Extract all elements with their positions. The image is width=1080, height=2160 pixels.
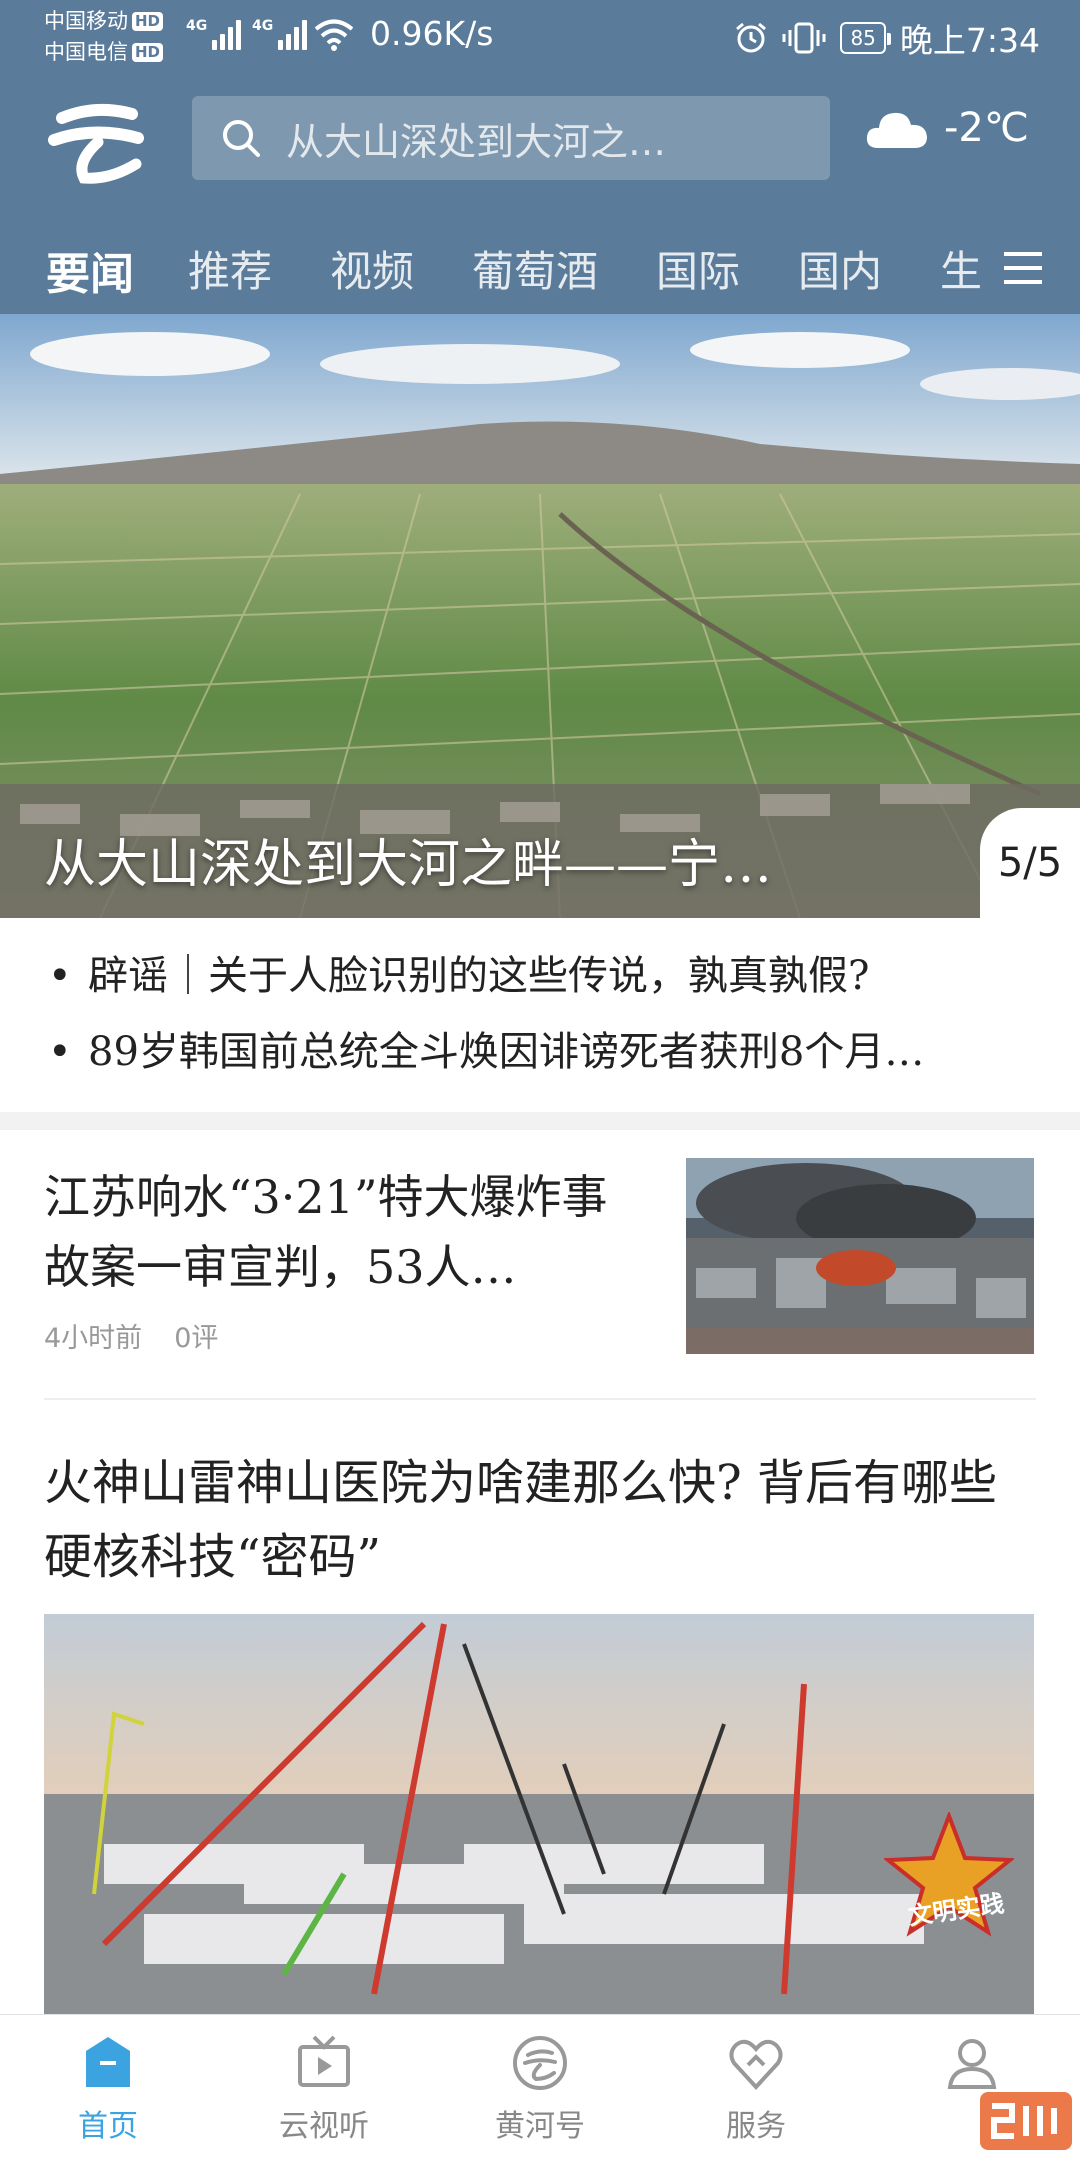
news-title: 江苏响水“3·21”特大爆炸事故案一审宣判，53人… [44,1170,608,1294]
bottom-navigation: 首页 云视听 黄河号 服务 [0,2014,1080,2160]
search-placeholder: 从大山深处到大河之… [286,119,667,164]
yellow-river-icon [513,2036,567,2090]
nav-home[interactable]: 首页 [28,2033,188,2145]
comment-count: 0评 [174,1323,219,1354]
watermark-logo [980,2092,1072,2150]
headline-list: • 辟谣｜关于人脸识别的这些传说，孰真孰假? • 89岁韩国前总统全斗焕因诽谤死者获… [0,918,1080,1112]
section-divider [0,1112,1080,1130]
home-icon [86,2037,130,2087]
tab-wine[interactable]: 葡萄酒 [472,238,598,299]
tab-video[interactable]: 视频 [330,238,414,299]
clock: 晚上7:34 [899,21,1040,60]
temperature: -2℃ [944,105,1029,151]
nav-cloud-tv[interactable]: 云视听 [244,2033,404,2145]
news-meta: 4小时前 0评 [44,1316,218,1355]
list-item[interactable]: • 辟谣｜关于人脸识别的这些传说，孰真孰假? [48,938,1080,1014]
carrier-2: 中国电信 [44,40,128,64]
news-image[interactable]: 文明实践 [44,1614,1034,2014]
tab-recommend[interactable]: 推荐 [188,238,272,299]
signal-icon: 4G [252,18,308,50]
news-app-screen: 中国移动 HD 中国电信 HD 4G 4G 0.96K/s 85 晚上7:34 … [0,0,1080,2160]
news-time: 4小时前 [44,1323,143,1354]
signal-icon: 4G [186,18,242,50]
search-icon [223,120,260,157]
nav-label: 黄河号 [495,2109,585,2144]
heart-service-icon [729,2039,783,2090]
status-bar: 中国移动 HD 中国电信 HD 4G 4G 0.96K/s 85 晚上7:34 [0,0,1080,72]
news-thumbnail [686,1158,1034,1354]
tab-life[interactable]: 生 [940,238,982,299]
nav-services[interactable]: 服务 [676,2033,836,2145]
carrier-1: 中国移动 [44,9,128,33]
cloud-icon [866,112,927,148]
nav-yellow-river[interactable]: 黄河号 [460,2033,620,2145]
nav-label: 首页 [78,2109,138,2144]
headline-text: 89岁韩国前总统全斗焕因诽谤死者获刑8个月… [88,1029,925,1075]
category-tabs: 要闻 推荐 视频 葡萄酒 国际 国内 生 [0,224,1080,314]
news-item[interactable]: 江苏响水“3·21”特大爆炸事故案一审宣判，53人… 4小时前 0评 [0,1130,1080,1400]
headline-text: 辟谣｜关于人脸识别的这些传说，孰真孰假? [88,953,870,999]
app-logo[interactable] [48,92,144,188]
hero-caption: 从大山深处到大河之畔——宁… [44,835,773,895]
vibrate-icon [782,22,826,54]
hero-banner[interactable]: 从大山深处到大河之畔——宁… 5/5 [0,314,1080,918]
profile-icon [947,2039,997,2089]
tab-headlines[interactable]: 要闻 [46,238,134,302]
nav-label: 服务 [726,2109,786,2144]
carrier-info: 中国移动 HD 中国电信 HD [44,6,164,68]
tv-icon [298,2035,350,2087]
app-header: 中国移动 HD 中国电信 HD 4G 4G 0.96K/s 85 晚上7:34 … [0,0,1080,314]
menu-icon[interactable] [1002,250,1044,286]
tab-domestic[interactable]: 国内 [798,238,882,299]
battery-indicator: 85 [840,22,892,54]
tab-international[interactable]: 国际 [656,238,740,299]
list-item[interactable]: • 89岁韩国前总统全斗焕因诽谤死者获刑8个月… [48,1014,1080,1090]
item-divider [44,1398,1036,1400]
network-speed: 0.96K/s [370,14,494,53]
weather-widget[interactable]: -2℃ [864,104,1029,152]
news-title[interactable]: 火神山雷神山医院为啥建那么快? 背后有哪些硬核科技“密码” [44,1446,1034,1594]
slide-counter: 5/5 [980,808,1080,918]
search-bar[interactable]: 从大山深处到大河之… [192,96,830,180]
wifi-icon [314,19,354,51]
hd-badge: HD [132,12,164,31]
alarm-icon [736,22,767,53]
hd-badge: HD [132,43,164,62]
nav-label: 云视听 [279,2109,369,2144]
